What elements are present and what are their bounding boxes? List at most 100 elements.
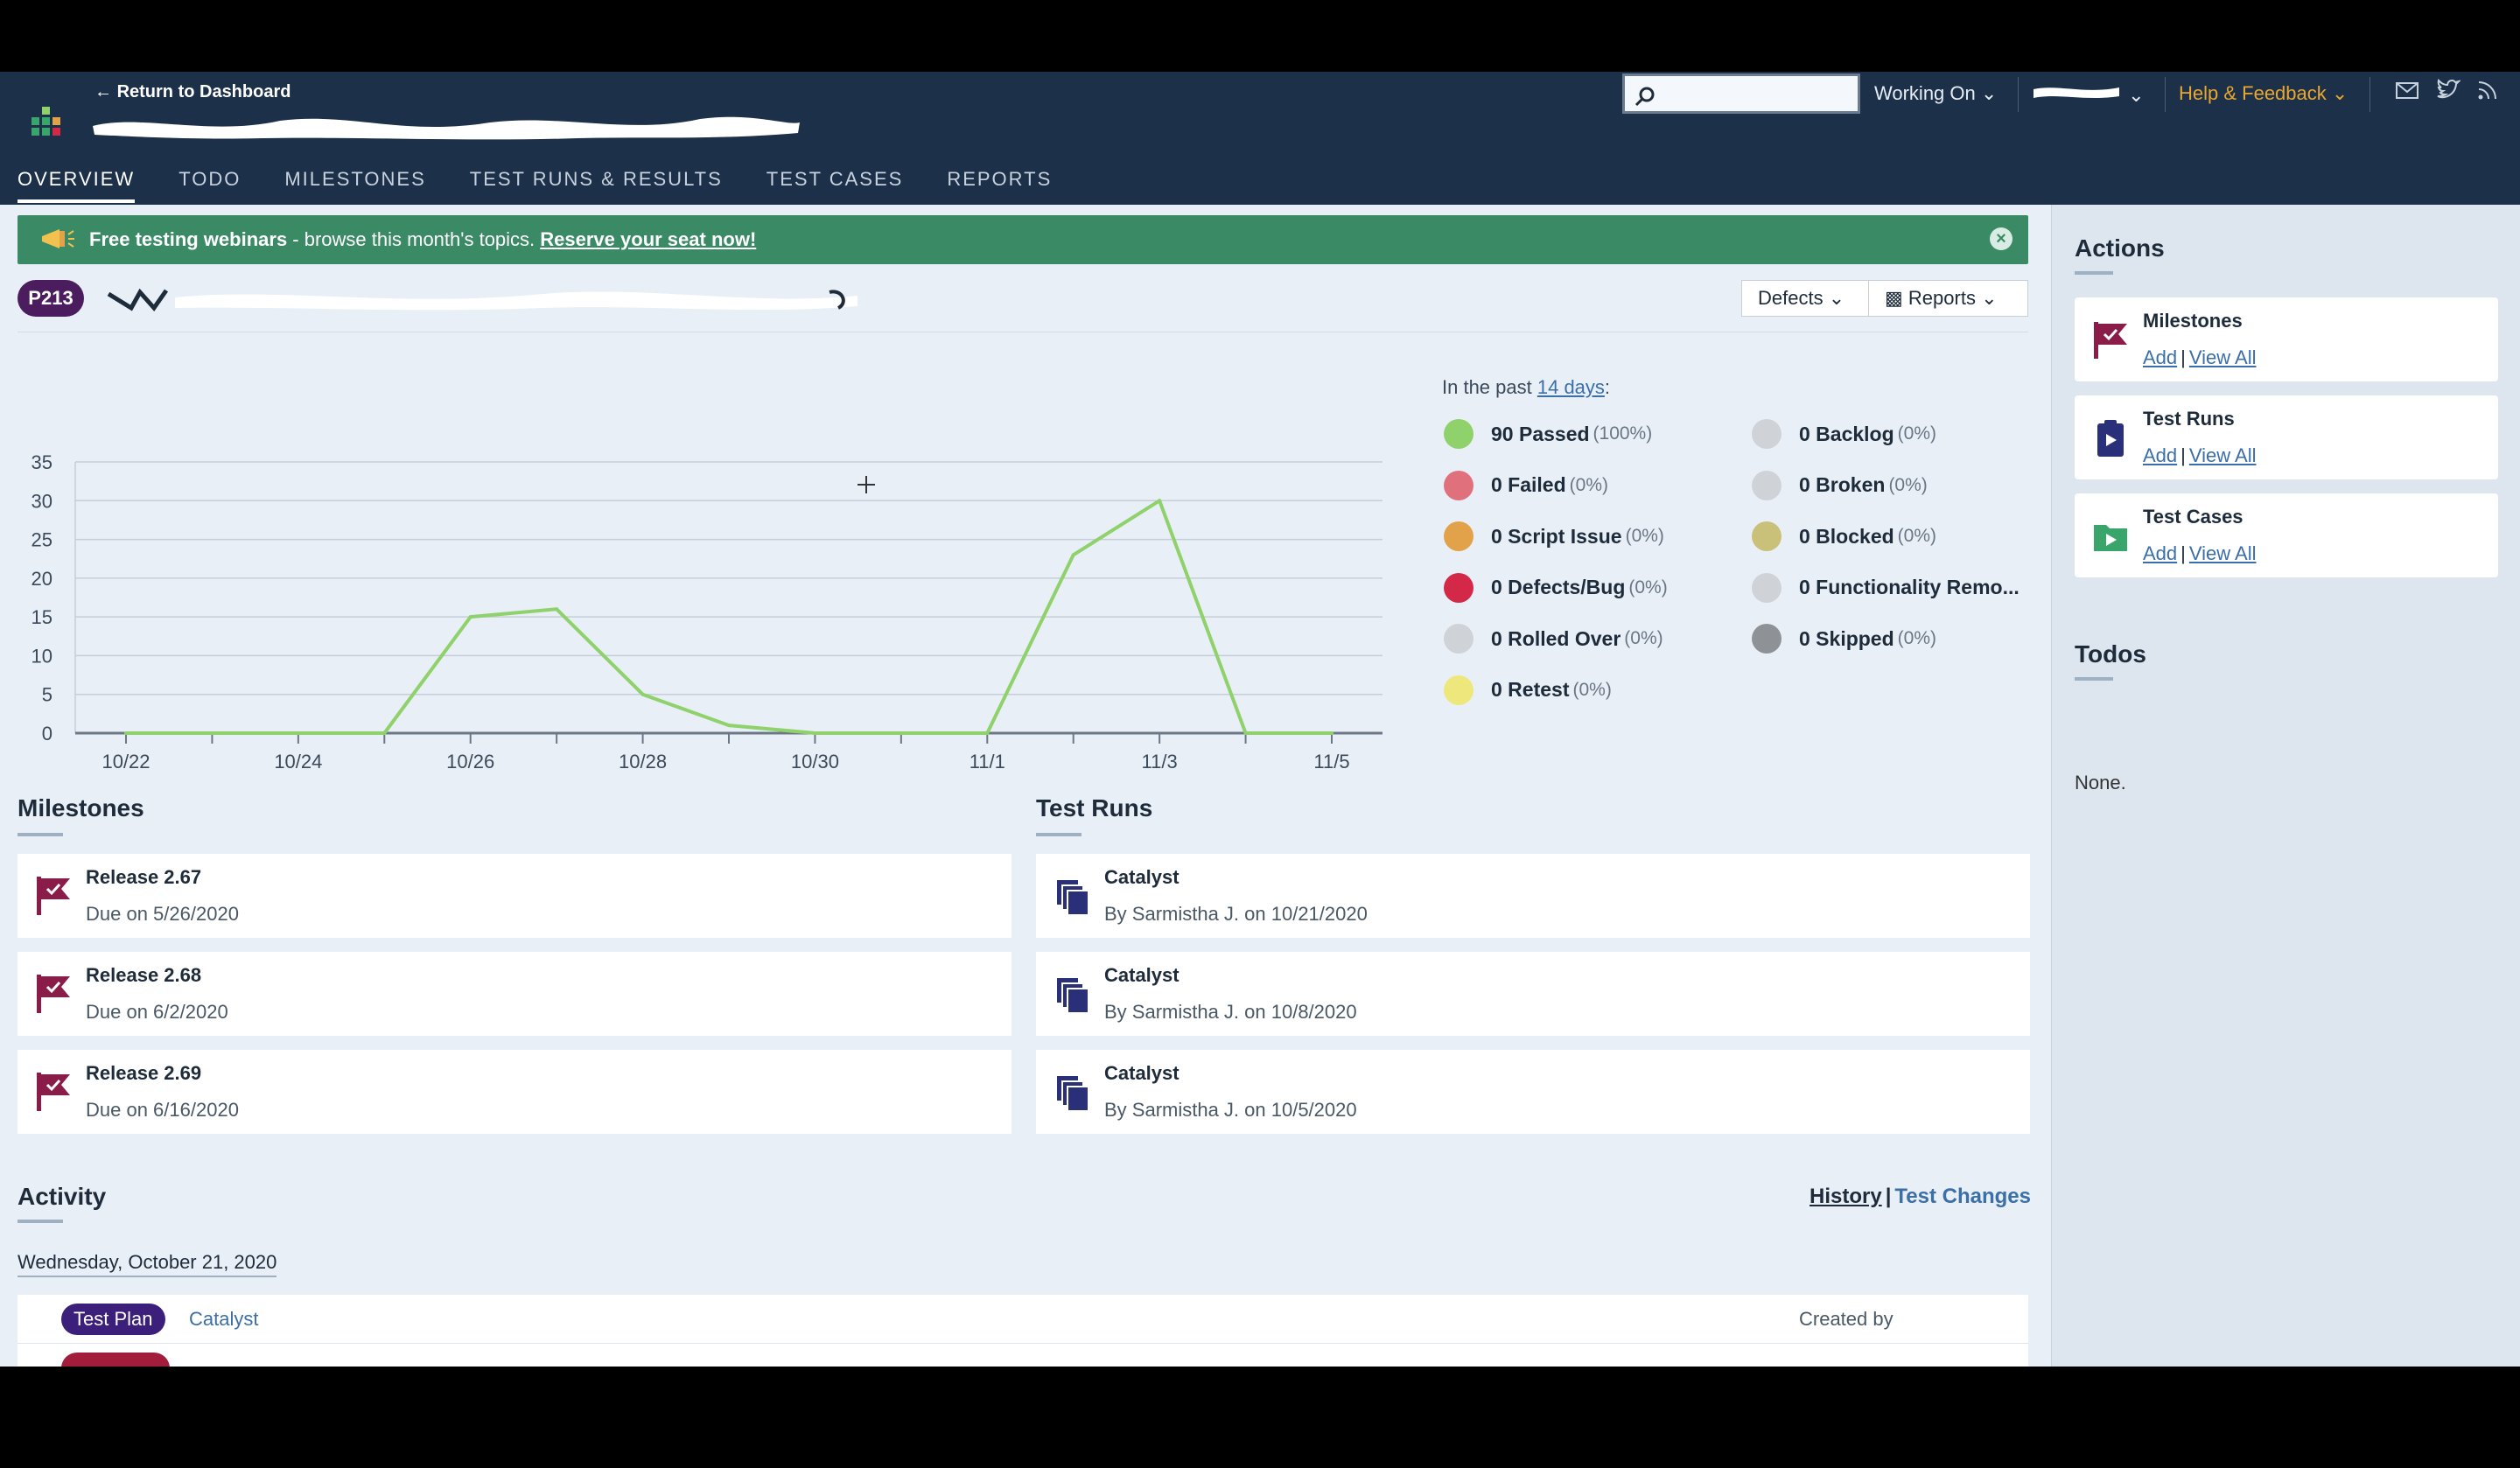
status-stat: 0 Skipped (0%) [1752,623,1936,654]
y-tick-label: 10 [32,645,52,667]
list-item[interactable]: Release 2.67 Due on 5/26/2020 [18,854,1012,938]
item-subtitle: Due on 6/16/2020 [86,1099,239,1121]
x-tick-label: 10/30 [791,751,839,772]
add-milestone-link[interactable]: Add [2143,346,2177,368]
status-stat: 0 Failed (0%) [1444,470,1608,501]
item-title[interactable]: Catalyst [1104,964,1180,987]
view-all-test-cases-link[interactable]: View All [2189,542,2257,564]
status-stat: 90 Passed (100%) [1444,418,1652,450]
webinar-banner: Free testing webinars - browse this mont… [18,215,2028,264]
list-item[interactable]: Release 2.68 Due on 6/2/2020 [18,952,1012,1036]
x-tick-label: 11/1 [970,751,1005,772]
list-item[interactable]: Catalyst By Sarmistha J. on 10/8/2020 [1036,952,2030,1036]
defects-dropdown[interactable]: Defects ⌄ [1741,280,1869,317]
chevron-down-icon: ⌄ [1980,82,1998,104]
item-title[interactable]: Release 2.67 [86,866,201,889]
tab-test-runs-results[interactable]: TEST RUNS & RESULTS [470,168,723,203]
status-dot-icon [1752,624,1782,654]
status-count: 0 Broken [1799,473,1886,496]
action-card-milestones: Milestones Add | View All [2075,297,2498,381]
tab-reports[interactable]: REPORTS [947,168,1052,203]
chevron-down-icon: ⌄ [2128,84,2145,106]
item-subtitle: By Sarmistha J. on 10/21/2020 [1104,903,1368,925]
list-item[interactable]: Release 2.69 Due on 6/16/2020 [18,1050,1012,1134]
status-stat: 0 Broken (0%) [1752,470,1928,501]
action-card-test-runs: Test Runs Add | View All [2075,395,2498,479]
add-test-run-link[interactable]: Add [2143,444,2177,466]
tab-milestones[interactable]: MILESTONES [284,168,425,203]
reserve-seat-link[interactable]: Reserve your seat now! [540,228,756,250]
y-tick-label: 25 [32,529,52,551]
x-tick-label: 11/3 [1142,751,1178,772]
item-subtitle: By Sarmistha J. on 10/8/2020 [1104,1001,1357,1023]
item-title[interactable]: Catalyst [1104,866,1180,889]
milestone-pill [61,1353,170,1367]
list-item[interactable]: Catalyst By Sarmistha J. on 10/5/2020 [1036,1050,2030,1134]
status-count: 90 Passed [1491,422,1590,445]
rss-icon[interactable] [2474,77,2501,103]
status-dot-icon [1444,419,1474,449]
mail-icon[interactable] [2394,77,2420,103]
created-by-text: Created by [1799,1308,1894,1330]
action-title: Test Cases [2143,506,2244,528]
activity-row[interactable]: Test Plan Catalyst Created by [18,1295,2028,1344]
item-title[interactable]: Catalyst [1104,1062,1180,1085]
status-percent: (0%) [1897,628,1936,648]
todos-title: Todos [2075,640,2146,668]
x-tick-label: 10/22 [102,751,150,772]
reports-dropdown[interactable]: ▩ Reports ⌄ [1868,280,2028,317]
item-title[interactable]: Release 2.69 [86,1062,201,1085]
status-count: 0 Skipped [1799,626,1894,650]
list-item[interactable]: Catalyst By Sarmistha J. on 10/21/2020 [1036,854,2030,938]
add-test-case-link[interactable]: Add [2143,542,2177,564]
view-all-test-runs-link[interactable]: View All [2189,444,2257,466]
data-point [813,731,817,735]
banner-description: - browse this month's topics. [287,228,541,250]
return-to-dashboard-link[interactable]: ← Return to Dashboard [94,82,290,102]
history-link[interactable]: History [1810,1185,1882,1208]
milestone-flag-icon [35,875,72,921]
data-point [640,692,645,696]
help-feedback-dropdown[interactable]: Help & Feedback ⌄ [2179,82,2348,105]
status-stat: 0 Blocked (0%) [1752,521,1936,552]
y-tick-label: 0 [42,723,52,744]
test-changes-link[interactable]: Test Changes [1894,1185,2031,1208]
app-logo-icon[interactable] [26,101,60,136]
section-underline [1036,833,1082,836]
tab-overview[interactable]: OVERVIEW [18,168,136,203]
data-point [727,724,731,728]
separator: | [1885,1185,1892,1208]
view-all-milestones-link[interactable]: View All [2189,346,2257,368]
period-14-days-link[interactable]: 14 days [1537,376,1605,398]
data-point [1071,553,1075,557]
status-stat: 0 Defects/Bug (0%) [1444,572,1668,604]
todos-empty-text: None. [2075,772,2126,793]
data-point [555,607,559,612]
chevron-down-icon: ⌄ [1981,287,1998,309]
activity-item-link[interactable]: Catalyst [189,1308,258,1331]
status-count: 0 Rolled Over [1491,626,1621,650]
data-point [1243,731,1248,735]
status-dot-icon [1444,521,1474,551]
data-point [1158,499,1162,503]
user-name-redacted [2034,87,2119,98]
milestones-section-title: Milestones [18,794,144,821]
close-icon[interactable]: × [1990,227,2012,250]
y-tick-label: 5 [42,684,52,706]
status-stat: 0 Functionality Remo... [1752,572,2023,604]
twitter-icon[interactable] [2434,77,2460,103]
data-point [124,731,128,735]
right-sidebar: Actions Milestones Add | View All Test Run… [2051,205,2520,1367]
user-menu-dropdown[interactable]: ⌄ [2032,82,2145,107]
status-percent: (0%) [1628,577,1668,598]
item-title[interactable]: Release 2.68 [86,964,201,987]
status-dot-icon [1444,470,1474,500]
search-input[interactable] [1622,73,1860,114]
tab-todo[interactable]: TODO [178,168,241,203]
activity-row[interactable] [18,1344,2028,1367]
working-on-dropdown[interactable]: Working On ⌄ [1874,82,1997,105]
header-divider [2018,77,2019,112]
item-subtitle: Due on 5/26/2020 [86,903,239,925]
tab-test-cases[interactable]: TEST CASES [766,168,904,203]
status-count: 0 Script Issue [1491,524,1622,548]
